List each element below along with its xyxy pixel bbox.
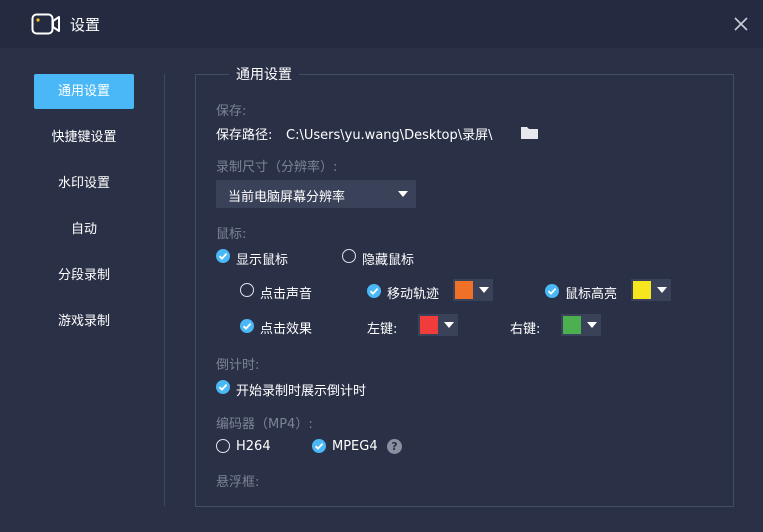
sidebar-item-watermark[interactable]: 水印设置 <box>34 166 134 201</box>
sidebar-item-general[interactable]: 通用设置 <box>34 74 134 109</box>
h264-label: H264 <box>236 439 271 454</box>
countdown-section-label: 倒计时: <box>216 358 260 373</box>
check-icon <box>314 442 324 450</box>
click-sound-label: 点击声音 <box>260 287 313 302</box>
mpeg4-checkbox[interactable] <box>312 439 326 453</box>
move-trail-color-swatch <box>455 281 473 299</box>
right-key-color-picker[interactable] <box>561 314 601 336</box>
move-trail-checkbox[interactable] <box>367 284 381 298</box>
title-bar: 设置 <box>0 0 763 48</box>
chevron-down-icon <box>587 322 597 328</box>
move-trail-label: 移动轨迹 <box>387 287 440 302</box>
right-key-color-swatch <box>563 316 581 334</box>
sidebar-item-auto[interactable]: 自动 <box>34 212 134 247</box>
move-trail-color-picker[interactable] <box>453 279 493 301</box>
save-path-label: 保存路径: <box>216 128 273 143</box>
resolution-select-value: 当前电脑屏幕分辨率 <box>228 190 346 205</box>
mpeg4-label: MPEG4 <box>332 439 378 454</box>
cursor-highlight-color-picker[interactable] <box>631 279 671 301</box>
chevron-down-icon <box>479 287 489 293</box>
sidebar-item-game-record[interactable]: 游戏录制 <box>34 304 134 339</box>
show-cursor-label: 显示鼠标 <box>236 253 289 268</box>
show-cursor-checkbox[interactable] <box>216 249 230 263</box>
camera-icon <box>31 13 60 35</box>
check-icon <box>547 287 557 295</box>
show-countdown-label: 开始录制时展示倒计时 <box>236 384 367 399</box>
folder-icon[interactable] <box>520 125 539 140</box>
encoder-section-label: 编码器（MP4）: <box>216 417 313 432</box>
cursor-highlight-label: 鼠标高亮 <box>565 287 618 302</box>
click-sound-radio[interactable] <box>240 283 254 297</box>
sidebar-item-hotkeys[interactable]: 快捷键设置 <box>34 120 134 155</box>
window-title: 设置 <box>70 16 101 34</box>
right-key-label: 右键: <box>510 322 541 337</box>
check-icon <box>242 322 252 330</box>
left-key-label: 左键: <box>367 322 398 337</box>
cursor-highlight-color-swatch <box>633 281 651 299</box>
sidebar-divider <box>164 74 165 506</box>
check-icon <box>218 252 228 260</box>
cursor-highlight-checkbox[interactable] <box>545 284 559 298</box>
check-icon <box>369 287 379 295</box>
check-icon <box>218 383 228 391</box>
hide-cursor-label: 隐藏鼠标 <box>362 253 415 268</box>
panel-legend: 通用设置 <box>229 64 299 84</box>
record-size-section-label: 录制尺寸（分辨率）: <box>216 160 338 175</box>
question-icon[interactable]: ? <box>387 439 402 454</box>
show-countdown-checkbox[interactable] <box>216 380 230 394</box>
mouse-section-label: 鼠标: <box>216 227 247 242</box>
save-section-label: 保存: <box>216 104 247 119</box>
floating-section-label: 悬浮框: <box>216 475 260 490</box>
click-effect-label: 点击效果 <box>260 322 313 337</box>
chevron-down-icon <box>444 322 454 328</box>
chevron-down-icon <box>657 287 667 293</box>
chevron-down-icon <box>398 191 408 197</box>
resolution-select[interactable]: 当前电脑屏幕分辨率 <box>216 180 416 208</box>
click-effect-checkbox[interactable] <box>240 319 254 333</box>
save-path-value: C:\Users\yu.wang\Desktop\录屏\ <box>286 128 493 143</box>
left-key-color-swatch <box>420 316 438 334</box>
hide-cursor-radio[interactable] <box>342 249 356 263</box>
h264-radio[interactable] <box>216 439 230 453</box>
sidebar-item-segment-record[interactable]: 分段录制 <box>34 258 134 293</box>
left-key-color-picker[interactable] <box>418 314 458 336</box>
close-icon[interactable] <box>731 14 751 34</box>
